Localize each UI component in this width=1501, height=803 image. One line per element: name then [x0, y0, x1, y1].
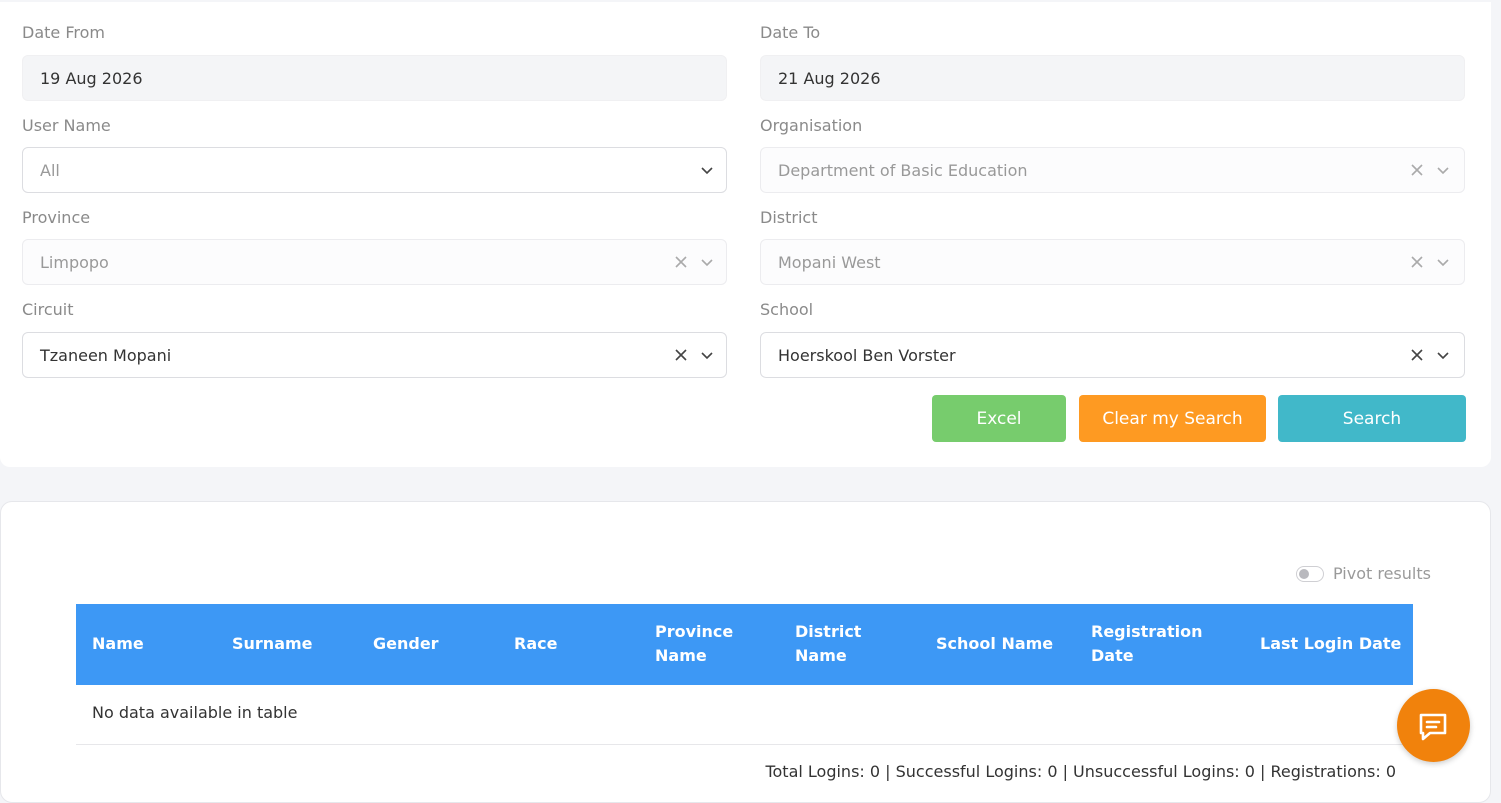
close-icon[interactable]: [1408, 346, 1426, 364]
user-name-label: User Name: [22, 116, 111, 135]
organisation-value: Department of Basic Education: [778, 161, 1028, 180]
column-header-school-name[interactable]: School Name: [936, 632, 1053, 656]
column-header-surname[interactable]: Surname: [232, 632, 313, 656]
user-name-value: All: [40, 161, 60, 180]
close-icon[interactable]: [1408, 253, 1426, 271]
date-to-value: 21 Aug 2026: [778, 69, 881, 88]
search-button[interactable]: Search: [1278, 395, 1466, 442]
chevron-down-icon[interactable]: [698, 346, 716, 364]
organisation-label: Organisation: [760, 116, 863, 135]
column-header-name[interactable]: Name: [92, 632, 144, 656]
date-from-value: 19 Aug 2026: [40, 69, 143, 88]
chevron-down-icon[interactable]: [698, 161, 716, 179]
login-summary: Total Logins: 0 | Successful Logins: 0 |…: [765, 762, 1396, 781]
pivot-results-toggle[interactable]: [1296, 566, 1324, 582]
organisation-select[interactable]: Department of Basic Education: [760, 147, 1465, 193]
chevron-down-icon[interactable]: [698, 253, 716, 271]
province-value: Limpopo: [40, 253, 109, 272]
close-icon[interactable]: [672, 346, 690, 364]
close-icon[interactable]: [1408, 161, 1426, 179]
school-label: School: [760, 300, 814, 319]
school-value: Hoerskool Ben Vorster: [778, 346, 956, 365]
district-select[interactable]: Mopani West: [760, 239, 1465, 285]
date-to-field[interactable]: 21 Aug 2026: [760, 55, 1465, 101]
circuit-select[interactable]: Tzaneen Mopani: [22, 332, 727, 378]
school-select[interactable]: Hoerskool Ben Vorster: [760, 332, 1465, 378]
column-header-last-login-date[interactable]: Last Login Date: [1260, 632, 1401, 656]
chevron-down-icon[interactable]: [1434, 346, 1452, 364]
chevron-down-icon[interactable]: [1434, 253, 1452, 271]
district-label: District: [760, 208, 818, 227]
province-select[interactable]: Limpopo: [22, 239, 727, 285]
chat-button[interactable]: [1397, 689, 1470, 762]
column-header-registration-date[interactable]: Registration Date: [1091, 620, 1211, 668]
pivot-results-label: Pivot results: [1333, 564, 1431, 583]
date-from-label: Date From: [22, 23, 105, 42]
table-row: No data available in table: [76, 686, 1413, 745]
user-name-select[interactable]: All: [22, 147, 727, 193]
chevron-down-icon[interactable]: [1434, 161, 1452, 179]
circuit-label: Circuit: [22, 300, 74, 319]
column-header-gender[interactable]: Gender: [373, 632, 439, 656]
date-from-field[interactable]: 19 Aug 2026: [22, 55, 727, 101]
column-header-province-name[interactable]: Province Name: [655, 620, 745, 668]
table-header: Name Surname Gender Race Province Name D…: [76, 604, 1413, 685]
empty-table-message: No data available in table: [92, 703, 298, 722]
clear-search-button[interactable]: Clear my Search: [1079, 395, 1266, 442]
chat-icon: [1419, 713, 1447, 741]
close-icon[interactable]: [672, 253, 690, 271]
province-label: Province: [22, 208, 91, 227]
excel-button[interactable]: Excel: [932, 395, 1066, 442]
district-value: Mopani West: [778, 253, 881, 272]
column-header-district-name[interactable]: District Name: [795, 620, 875, 668]
toggle-knob: [1299, 569, 1309, 579]
date-to-label: Date To: [760, 23, 821, 42]
column-header-race[interactable]: Race: [514, 632, 557, 656]
circuit-value: Tzaneen Mopani: [40, 346, 172, 365]
